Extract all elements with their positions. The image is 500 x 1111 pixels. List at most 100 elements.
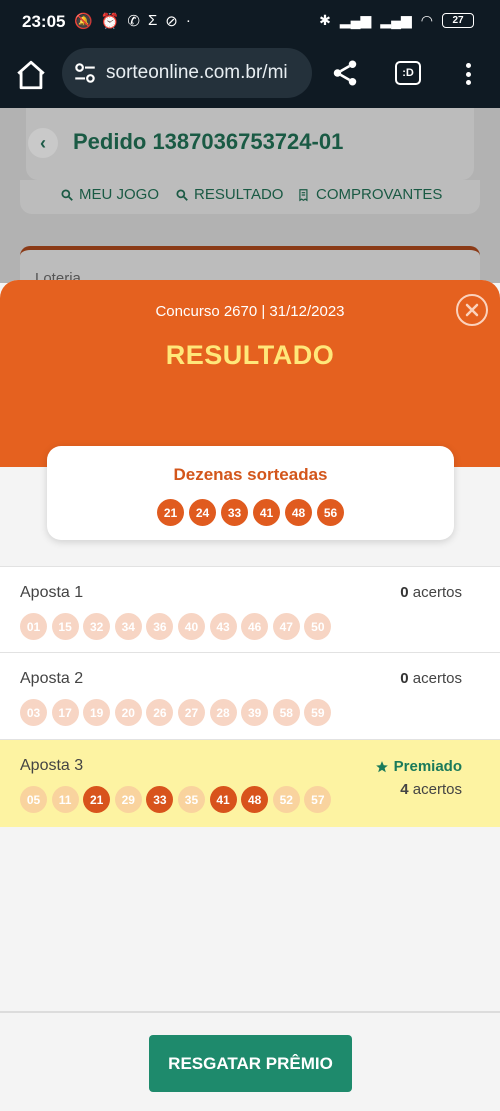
number-ball: 36 <box>146 613 174 640</box>
url-text: sorteonline.com.br/mi <box>106 62 288 83</box>
order-title: Pedido 1387036753724-01 <box>73 129 344 154</box>
bet-row: Aposta 2 0 acertos 03 17 19 20 26 27 28 39 58 59 <box>0 653 500 740</box>
search-icon <box>61 188 73 201</box>
hits-label: acertos <box>412 584 462 601</box>
whatsapp-icon: ✆ <box>127 13 140 30</box>
alarm-icon: ⏰ <box>100 13 120 30</box>
number-ball: 35 <box>177 786 205 813</box>
number-ball: 57 <box>304 786 332 813</box>
number-ball: 17 <box>51 699 79 726</box>
site-settings-icon[interactable] <box>72 60 98 86</box>
drawn-numbers-title: Dezenas sorteadas <box>173 465 328 484</box>
number-ball: 27 <box>177 699 205 726</box>
number-ball: 19 <box>83 699 111 726</box>
tab-resultado[interactable]: RESULTADO <box>175 186 283 203</box>
prize-badge: Premiado <box>375 758 462 775</box>
status-time: 23:05 <box>22 12 66 31</box>
number-ball: 05 <box>20 786 47 813</box>
number-ball: 11 <box>51 786 79 813</box>
number-ball: 50 <box>304 613 332 640</box>
tab-label: MEU JOGO <box>79 186 160 203</box>
number-ball: 58 <box>272 699 300 726</box>
lottery-card: Loteria <box>20 246 480 283</box>
number-ball: 26 <box>146 699 174 726</box>
tab-comprovantes[interactable]: COMPROVANTES <box>297 186 442 203</box>
bet-name: Aposta 3 <box>20 757 84 774</box>
bet-hits: 0 acertos <box>400 584 462 601</box>
background-page: ‹ Pedido 1387036753724-01 MEU JOGO RESUL… <box>0 108 500 283</box>
bluetooth-icon: ✱ <box>319 12 331 28</box>
search-icon <box>176 188 188 201</box>
number-ball: 43 <box>209 613 237 640</box>
hits-count: 4 <box>400 781 409 798</box>
drawn-number-ball: 41 <box>253 499 280 526</box>
drawn-number-ball: 56 <box>317 499 344 526</box>
overflow-menu-icon[interactable] <box>458 60 478 88</box>
number-ball: 32 <box>83 613 111 640</box>
number-ball: 47 <box>272 613 300 640</box>
hits-label: acertos <box>412 781 462 798</box>
number-ball: 03 <box>20 699 47 726</box>
home-icon[interactable] <box>14 58 48 92</box>
drawn-number-ball: 24 <box>189 499 216 526</box>
result-title: RESULTADO <box>165 340 335 370</box>
sigma-app-icon: Σ <box>147 12 158 29</box>
number-ball: 20 <box>114 699 142 726</box>
receipt-icon <box>299 188 308 201</box>
bet-row: Aposta 3 Premiado 4 acertos 05 11 21 29 33 35 41 4… <box>0 740 500 827</box>
back-button[interactable]: ‹ <box>28 128 58 158</box>
tab-label: RESULTADO <box>194 186 284 203</box>
more-dot-icon: · <box>185 12 191 29</box>
bets-list: Aposta 1 0 acertos 01 15 32 34 36 40 43 46 47 50 Apo… <box>0 566 500 827</box>
matched-number-ball: 48 <box>241 786 269 813</box>
mute-bell-icon: 🔕 <box>74 13 93 30</box>
result-sheet: Concurso 2670 | 31/12/2023 RESULTADO Dez… <box>0 280 500 1111</box>
number-ball: 28 <box>209 699 237 726</box>
order-tabs: MEU JOGO RESULTADO COMPROVANTES <box>20 180 480 214</box>
signal-icon: ▂▄▆ <box>339 12 372 28</box>
number-ball: 15 <box>51 613 79 640</box>
drawn-number-ball: 48 <box>285 499 312 526</box>
prize-label: Premiado <box>393 758 462 775</box>
system-icons: ✱ ▂▄▆ ▂▄▆ ◠ 27 <box>319 12 474 29</box>
matched-number-ball: 33 <box>146 786 174 813</box>
browser-toolbar: sorteonline.com.br/mi :D <box>0 46 500 108</box>
bet-numbers: 05 11 21 29 33 35 41 48 52 57 <box>20 786 332 813</box>
tab-meu-jogo[interactable]: MEU JOGO <box>60 186 159 203</box>
number-ball: 40 <box>177 613 205 640</box>
matched-number-ball: 41 <box>209 786 237 813</box>
matched-number-ball: 21 <box>83 786 111 813</box>
hits-count: 0 <box>400 670 409 687</box>
drawn-numbers: 21 24 33 41 48 56 <box>47 499 454 526</box>
bet-numbers: 03 17 19 20 26 27 28 39 58 59 <box>20 699 332 726</box>
number-ball: 46 <box>241 613 269 640</box>
number-ball: 29 <box>114 786 142 813</box>
bet-numbers: 01 15 32 34 36 40 43 46 47 50 <box>20 613 332 640</box>
star-icon <box>375 760 388 772</box>
tab-label: COMPROVANTES <box>316 186 443 203</box>
wifi-icon: ◠ <box>420 12 433 28</box>
number-ball: 52 <box>272 786 300 813</box>
result-header: Concurso 2670 | 31/12/2023 RESULTADO <box>0 280 500 467</box>
close-button[interactable] <box>456 294 488 326</box>
number-ball: 01 <box>20 613 47 640</box>
notification-icons: 🔕 ⏰ ✆ Σ ⊘ · <box>74 12 191 30</box>
hits-label: acertos <box>412 670 462 687</box>
bet-name: Aposta 2 <box>20 670 84 687</box>
share-icon[interactable] <box>330 58 360 88</box>
bet-hits: 4 acertos <box>400 781 462 798</box>
status-bar: 23:05 🔕 ⏰ ✆ Σ ⊘ · ✱ ▂▄▆ ▂▄▆ ◠ 27 <box>0 0 500 46</box>
address-bar[interactable]: sorteonline.com.br/mi <box>62 48 312 98</box>
number-ball: 59 <box>304 699 332 726</box>
blocked-icon: ⊘ <box>165 13 178 30</box>
contest-info: Concurso 2670 | 31/12/2023 <box>155 303 345 320</box>
signal-2-icon: ▂▄▆ <box>380 12 412 28</box>
hits-count: 0 <box>400 584 409 601</box>
bet-name: Aposta 1 <box>20 584 84 601</box>
drawn-numbers-card: Dezenas sorteadas 21 24 33 41 48 56 <box>47 446 454 540</box>
drawn-number-ball: 21 <box>157 499 184 526</box>
close-icon <box>465 303 479 317</box>
battery-icon: 27 <box>442 13 474 28</box>
tabs-switcher-icon[interactable]: :D <box>395 61 421 85</box>
claim-prize-button[interactable]: RESGATAR PRÊMIO <box>149 1035 352 1092</box>
